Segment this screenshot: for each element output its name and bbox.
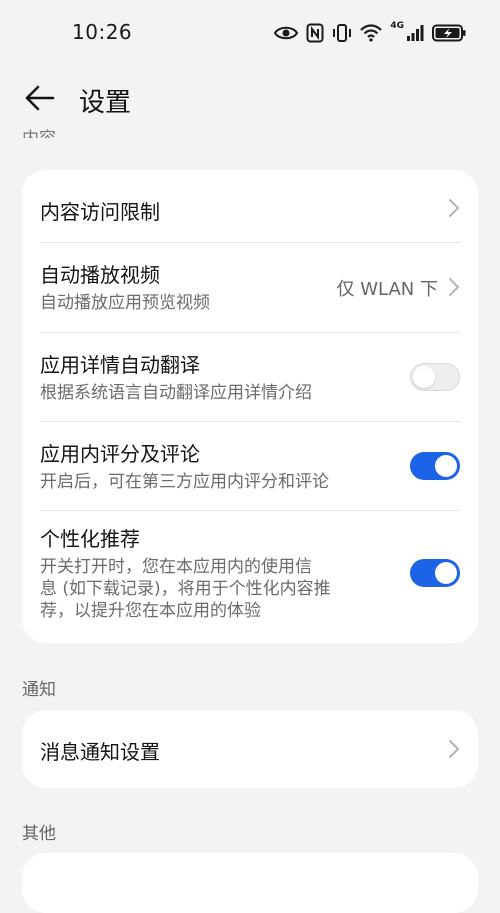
- subtitle-line: 荐，以提升您在本应用的体验: [40, 601, 261, 621]
- row-message-notification-settings[interactable]: 消息通知设置: [22, 710, 478, 788]
- row-label: 应用详情自动翻译: [40, 353, 200, 377]
- subtitle-line: 息 (如下载记录)，将用于个性化内容推: [40, 579, 331, 599]
- row-content-access-restriction[interactable]: 内容访问限制: [22, 170, 478, 242]
- row-subtitle: 开关打开时，您在本应用内的使用信 息 (如下载记录)，将用于个性化内容推 荐，以…: [40, 556, 380, 622]
- status-time: 10:26: [72, 20, 133, 44]
- signal-icon: [406, 24, 424, 42]
- arrow-left-icon: [25, 85, 55, 115]
- row-label: 消息通知设置: [40, 740, 160, 764]
- in-app-rating-toggle[interactable]: [410, 452, 460, 480]
- toggle-knob: [435, 562, 457, 584]
- section-heading-notification: 通知: [22, 680, 56, 700]
- section-heading-content: 内容: [22, 122, 56, 138]
- chevron-right-icon: [448, 198, 460, 222]
- personalized-recommendation-toggle[interactable]: [410, 559, 460, 587]
- wifi-icon: [360, 24, 383, 42]
- auto-translate-toggle[interactable]: [410, 363, 460, 391]
- other-card[interactable]: [22, 853, 478, 913]
- eye-icon: [274, 25, 299, 41]
- toggle-knob: [413, 366, 435, 388]
- status-bar: 10:26 4G: [0, 0, 500, 68]
- subtitle-line: 开关打开时，您在本应用内的使用信: [40, 557, 312, 577]
- chevron-right-icon: [448, 277, 460, 301]
- app-header: 设置: [0, 70, 500, 130]
- row-label: 个性化推荐: [40, 527, 140, 551]
- content-settings-card: 内容访问限制 自动播放视频 自动播放应用预览视频 仅 WLAN 下 应用详情自动…: [22, 170, 478, 643]
- row-auto-translate: 应用详情自动翻译 根据系统语言自动翻译应用详情介绍: [22, 333, 478, 421]
- toggle-knob: [435, 455, 457, 477]
- status-icons: 4G: [274, 21, 466, 45]
- row-personalized-recommendation: 个性化推荐 开关打开时，您在本应用内的使用信 息 (如下载记录)，将用于个性化内…: [22, 511, 478, 643]
- page-title: 设置: [79, 88, 132, 118]
- row-in-app-rating: 应用内评分及评论 开启后，可在第三方应用内评分和评论: [22, 422, 478, 510]
- section-heading-other: 其他: [22, 824, 56, 844]
- row-subtitle: 开启后，可在第三方应用内评分和评论: [40, 472, 329, 492]
- back-button[interactable]: [20, 80, 60, 120]
- row-label: 应用内评分及评论: [40, 442, 200, 466]
- nfc-icon: [306, 23, 324, 43]
- row-autoplay-video[interactable]: 自动播放视频 自动播放应用预览视频 仅 WLAN 下: [22, 243, 478, 332]
- row-value: 仅 WLAN 下: [336, 279, 438, 300]
- notification-card: 消息通知设置: [22, 710, 478, 788]
- row-label: 内容访问限制: [40, 200, 160, 224]
- row-subtitle: 自动播放应用预览视频: [40, 293, 210, 313]
- network-type-label: 4G: [390, 21, 404, 31]
- battery-charging-icon: [432, 24, 466, 42]
- chevron-right-icon: [448, 739, 460, 763]
- row-label: 自动播放视频: [40, 263, 160, 287]
- row-subtitle: 根据系统语言自动翻译应用详情介绍: [40, 383, 312, 403]
- vibrate-icon: [332, 23, 352, 43]
